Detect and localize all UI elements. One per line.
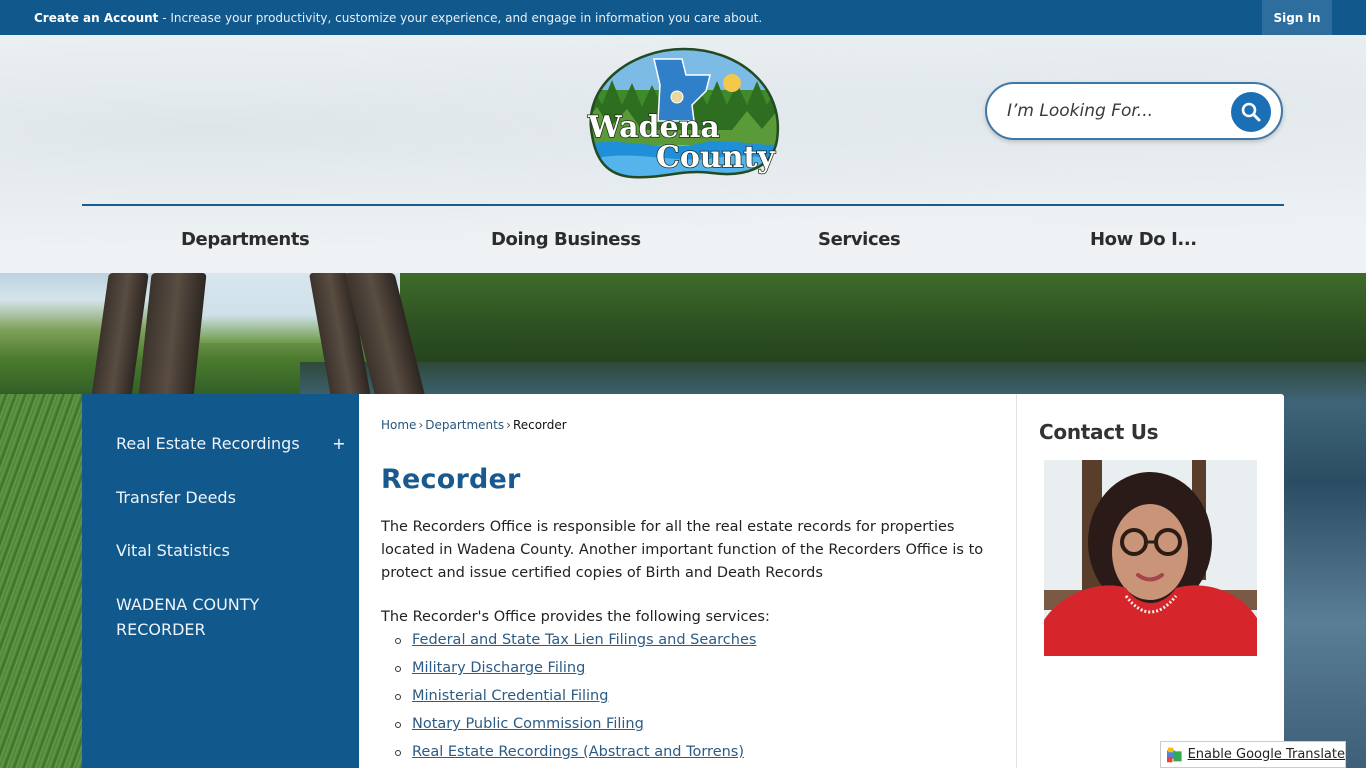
- expand-toggle-plus-icon[interactable]: +: [332, 434, 346, 453]
- background-forest: [400, 273, 1366, 373]
- page-title: Recorder: [381, 464, 521, 495]
- logo-text-county: County: [656, 140, 776, 175]
- service-link-tax-lien[interactable]: Federal and State Tax Lien Filings and S…: [412, 632, 756, 648]
- site-search: [985, 82, 1283, 140]
- nav-doing-business[interactable]: Doing Business: [491, 206, 641, 272]
- list-item: Federal and State Tax Lien Filings and S…: [393, 629, 756, 657]
- google-translate-button[interactable]: Enable Google Translate: [1160, 741, 1346, 768]
- department-sidebar: Real Estate Recordings + Transfer Deeds …: [82, 394, 359, 768]
- sidebar-item-wadena-county-recorder[interactable]: WADENA COUNTY RECORDER: [116, 592, 296, 642]
- sidebar-item-real-estate-recordings[interactable]: Real Estate Recordings: [116, 431, 300, 456]
- service-link-ministerial-credential[interactable]: Ministerial Credential Filing: [412, 688, 608, 704]
- contact-us-heading: Contact Us: [1039, 420, 1159, 444]
- circle-bullet-icon: [395, 694, 401, 700]
- nav-services[interactable]: Services: [818, 206, 901, 272]
- nav-departments[interactable]: Departments: [181, 206, 310, 272]
- breadcrumb-current: Recorder: [512, 418, 567, 432]
- create-account-promo: Create an Account - Increase your produc…: [34, 11, 762, 25]
- circle-bullet-icon: [395, 638, 401, 644]
- nav-how-do-i[interactable]: How Do I...: [1090, 206, 1197, 272]
- service-link-military-discharge[interactable]: Military Discharge Filing: [412, 660, 585, 676]
- circle-bullet-icon: [395, 722, 401, 728]
- account-bar: Create an Account - Increase your produc…: [0, 0, 1366, 35]
- list-item: Military Discharge Filing: [393, 657, 756, 685]
- circle-bullet-icon: [395, 666, 401, 672]
- services-list: Federal and State Tax Lien Filings and S…: [393, 629, 756, 768]
- main-content: Home › Departments › Recorder Recorder The R…: [359, 394, 1016, 768]
- breadcrumb-departments[interactable]: Departments: [425, 418, 504, 432]
- search-input[interactable]: [1007, 91, 1222, 131]
- create-account-link[interactable]: Create an Account: [34, 11, 158, 25]
- list-item: Ministerial Credential Filing: [393, 685, 756, 713]
- breadcrumb: Home › Departments › Recorder: [381, 418, 567, 432]
- services-intro: The Recorder's Office provides the follo…: [381, 609, 770, 625]
- service-link-real-estate-recordings[interactable]: Real Estate Recordings (Abstract and Tor…: [412, 744, 744, 760]
- list-item: Notary Public Commission Filing: [393, 713, 756, 741]
- breadcrumb-home[interactable]: Home: [381, 418, 416, 432]
- logo-graphic: Wadena County: [586, 47, 780, 179]
- promo-text: - Increase your productivity, customize …: [158, 10, 763, 25]
- sign-in-button[interactable]: Sign In: [1262, 0, 1332, 35]
- background-grass: [0, 394, 82, 768]
- service-link-notary-public[interactable]: Notary Public Commission Filing: [412, 716, 644, 732]
- contact-photo: [1044, 460, 1257, 656]
- wadena-county-logo[interactable]: Wadena County: [582, 45, 785, 180]
- breadcrumb-separator: ›: [506, 418, 511, 432]
- circle-bullet-icon: [395, 750, 401, 756]
- intro-paragraph: The Recorders Office is responsible for …: [381, 519, 984, 581]
- list-item: Real Estate Recordings (Abstract and Tor…: [393, 741, 756, 768]
- google-translate-label: Enable Google Translate: [1187, 747, 1345, 762]
- person-portrait-icon: [1044, 460, 1257, 656]
- sidebar-item-vital-statistics[interactable]: Vital Statistics: [116, 538, 230, 563]
- sidebar-item-transfer-deeds[interactable]: Transfer Deeds: [116, 485, 236, 510]
- contact-sidebar: Contact Us: [1016, 394, 1284, 768]
- google-translate-icon: [1167, 747, 1182, 762]
- main-nav: Departments Doing Business Services How …: [82, 206, 1284, 272]
- breadcrumb-separator: ›: [418, 418, 424, 432]
- search-button[interactable]: [1231, 92, 1271, 132]
- search-icon: [1241, 102, 1261, 122]
